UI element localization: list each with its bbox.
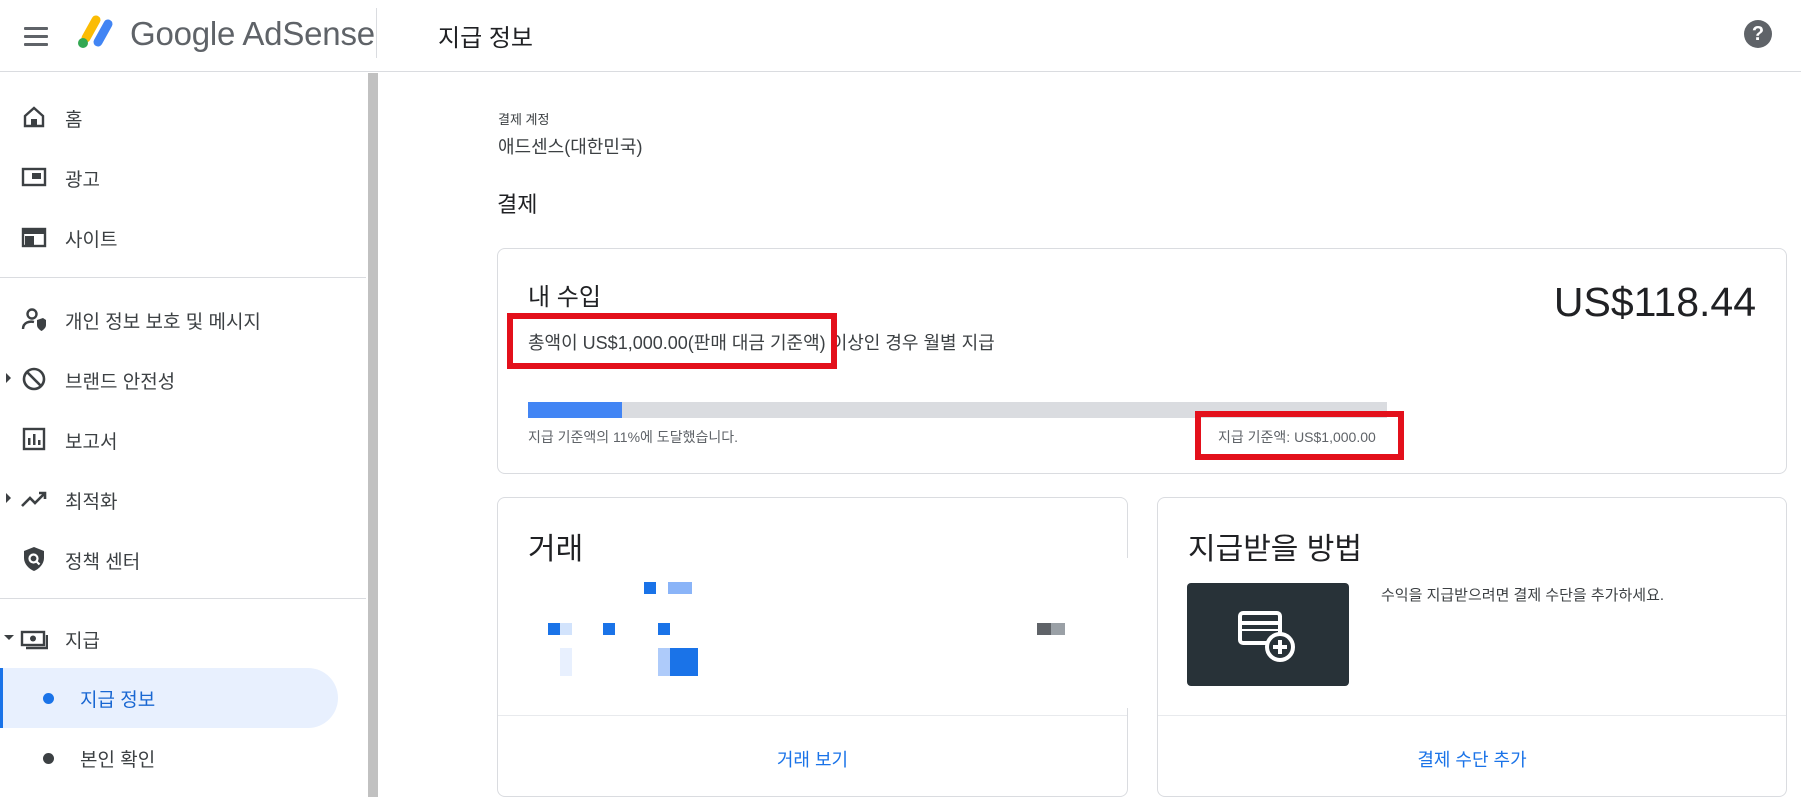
payment-method-title: 지급받을 방법 [1188,533,1362,566]
transactions-title: 거래 [528,533,584,566]
sidebar-item-reports[interactable]: 보고서 [0,411,366,467]
help-icon[interactable]: ? [1744,20,1772,48]
sidebar-item-sites[interactable]: 사이트 [0,209,366,265]
account-label: 결제 계정 [498,112,550,127]
header-divider [376,8,377,58]
sidebar-item-label: 보고서 [65,432,118,453]
card-divider [498,715,1127,716]
report-icon [22,427,46,451]
sidebar-item-label: 홈 [65,110,83,131]
home-icon [23,106,45,128]
account-name: 애드센스(대한민국) [498,137,643,157]
sidebar-item-label: 개인 정보 보호 및 메시지 [65,312,261,333]
sidebar-item-brand-safety[interactable]: 브랜드 안전성 [0,351,366,407]
trending-icon [21,491,47,507]
highlight-box [507,313,837,369]
sidebar-item-label: 정책 센터 [65,552,141,573]
main-content: 결제 계정 애드센스(대한민국) 결제 내 수입 US$118.44 총액이 U… [379,73,1801,797]
sidebar-item-label: 지급 [65,631,100,652]
sidebar-item-policy-center[interactable]: 정책 센터 [0,531,366,587]
transactions-card: 거래 거래 보기 [497,497,1131,797]
privacy-icon [21,308,46,331]
sidebar-divider [0,598,366,599]
sidebar-item-optimization[interactable]: 최적화 [0,471,366,527]
earnings-amount: US$118.44 [1553,279,1756,325]
policy-icon [24,547,44,571]
bullet-icon [43,693,54,704]
sidebar-item-label: 브랜드 안전성 [65,372,176,393]
sidebar-subitem-label: 본인 확인 [80,750,156,771]
view-transactions-link[interactable]: 거래 보기 [498,746,1127,772]
card-divider [1158,715,1786,716]
sidebar-subitem-label: 지급 정보 [80,690,156,711]
sidebar-subitem-verification[interactable]: 본인 확인 [0,728,338,788]
top-bar: Google AdSense 지급 정보 ? [0,0,1801,72]
collapse-arrow-icon[interactable] [4,635,14,640]
sidebar-divider [0,277,366,278]
sidebar-item-privacy[interactable]: 개인 정보 보호 및 메시지 [0,291,366,347]
block-icon [22,367,46,391]
payment-method-description: 수익을 지급받으려면 결제 수단을 추가하세요. [1381,587,1665,604]
bullet-icon [43,753,54,764]
card-edge [1127,558,1131,708]
earnings-title: 내 수입 [528,284,601,311]
logo-text: Google AdSense [130,15,375,52]
add-payment-method-link[interactable]: 결제 수단 추가 [1158,746,1786,772]
sidebar-item-label: 사이트 [65,230,118,251]
sites-icon [21,227,47,248]
earnings-description-rest: 이상인 경우 월별 지급 [825,333,995,353]
sidebar: 홈 광고 사이트 개인 정보 보호 및 메시지 브랜드 안전성 보고서 최적화 … [0,73,368,797]
page-title: 지급 정보 [438,25,533,52]
sidebar-item-home[interactable]: 홈 [0,89,366,145]
expand-arrow-icon[interactable] [6,373,11,383]
earnings-card: 내 수입 US$118.44 총액이 US$1,000.00(판매 대금 기준액… [497,248,1787,474]
add-card-icon [1238,611,1295,662]
payment-method-card: 지급받을 방법 수익을 지급받으려면 결제 수단을 추가하세요. 결제 수단 추… [1157,497,1787,797]
highlight-box [1195,411,1404,460]
sidebar-scrollbar[interactable] [368,73,378,797]
progress-note: 지급 기준액의 11%에 도달했습니다. [528,429,738,445]
expand-arrow-icon[interactable] [6,493,11,503]
sidebar-item-payments[interactable]: 지급 [0,610,366,666]
section-title: 결제 [497,192,538,217]
sidebar-subitem-payment-info[interactable]: 지급 정보 [0,668,338,728]
payment-method-tile [1187,583,1349,686]
progress-fill [528,402,623,418]
sidebar-item-label: 최적화 [65,492,118,513]
ads-icon [21,167,47,187]
sidebar-item-label: 광고 [65,170,100,191]
sidebar-item-ads[interactable]: 광고 [0,149,366,205]
menu-icon[interactable] [20,20,52,52]
payments-icon [20,630,48,650]
adsense-logo-icon [78,15,113,48]
